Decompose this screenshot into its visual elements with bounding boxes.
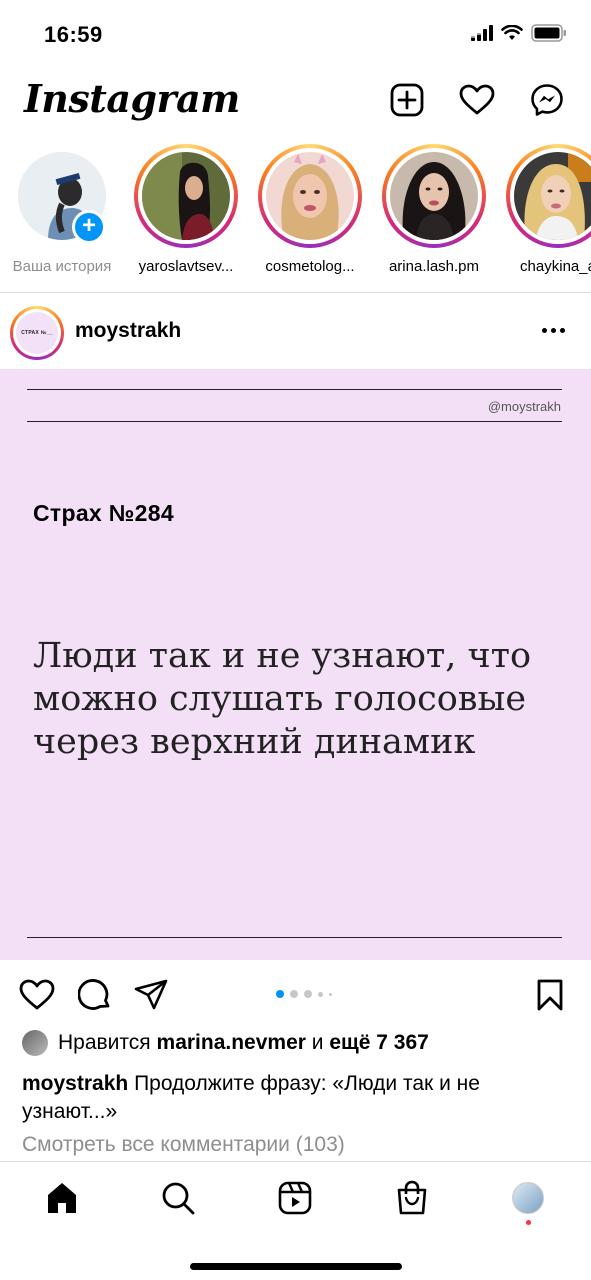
- avatar-text: СТРАХ №__: [16, 312, 58, 354]
- post-author-avatar[interactable]: СТРАХ №__: [10, 306, 64, 360]
- story-label: yaroslavtsev...: [138, 258, 234, 275]
- story-label: Ваша история: [12, 258, 112, 275]
- post-actions: [0, 962, 591, 1028]
- post-header: СТРАХ №__ moystrakh: [0, 298, 591, 368]
- story-item[interactable]: cosmetolog...: [248, 144, 372, 275]
- liker-username[interactable]: marina.nevmer: [157, 1031, 306, 1055]
- add-story-button[interactable]: +: [72, 210, 106, 244]
- heart-icon[interactable]: [459, 82, 495, 118]
- messenger-icon[interactable]: [529, 82, 565, 118]
- post-image[interactable]: @moystrakh Страх №284 Люди так и не узна…: [0, 369, 591, 960]
- bookmark-icon[interactable]: [531, 976, 569, 1014]
- stories-tray: + Ваша история yaroslavtsev... cosmetolo…: [0, 140, 591, 290]
- story-label: arina.lash.pm: [388, 258, 480, 275]
- carousel-dot: [304, 990, 312, 998]
- avatar: [512, 1182, 544, 1214]
- caption-username[interactable]: moystrakh: [22, 1072, 128, 1095]
- instagram-logo[interactable]: Instagram: [24, 76, 240, 121]
- post-quote: Люди так и не узнают, что можно слушать …: [33, 636, 532, 762]
- post-top-rule: [27, 389, 562, 390]
- post-bottom-rule: [27, 937, 562, 938]
- reels-icon[interactable]: [275, 1178, 315, 1218]
- story-item[interactable]: chaykina_a: [496, 144, 591, 275]
- view-comments-link[interactable]: Смотреть все комментарии (103): [22, 1133, 345, 1157]
- app-header: Instagram: [0, 70, 591, 134]
- shop-icon[interactable]: [392, 1178, 432, 1218]
- home-indicator: [190, 1263, 402, 1270]
- status-bar: 16:59: [0, 0, 591, 70]
- story-label: chaykina_a: [520, 258, 591, 275]
- status-icons: [471, 24, 567, 47]
- battery-icon: [531, 24, 567, 47]
- likes-prefix: Нравится: [58, 1031, 151, 1054]
- status-time: 16:59: [44, 22, 103, 47]
- search-icon[interactable]: [158, 1178, 198, 1218]
- notification-dot: [526, 1220, 531, 1225]
- story-avatar: [514, 152, 591, 240]
- wifi-icon: [501, 24, 523, 46]
- post-second-rule: [27, 421, 562, 422]
- story-item[interactable]: yaroslavtsev...: [124, 144, 248, 275]
- likes-connector: и: [311, 1031, 324, 1054]
- carousel-indicator: [276, 990, 332, 998]
- home-icon[interactable]: [42, 1178, 82, 1218]
- signal-icon: [471, 25, 493, 46]
- story-avatar: [266, 152, 354, 240]
- more-options-icon[interactable]: [533, 318, 573, 342]
- comment-icon[interactable]: [76, 976, 114, 1014]
- carousel-dot: [329, 992, 332, 996]
- carousel-dot: [318, 991, 323, 997]
- new-post-icon[interactable]: [389, 82, 425, 118]
- post-fear-title: Страх №284: [33, 500, 174, 526]
- likes-row[interactable]: Нравится marina.nevmer и ещё 7 367: [22, 1030, 429, 1056]
- share-icon[interactable]: [132, 976, 170, 1014]
- story-avatar: [142, 152, 230, 240]
- stories-divider: [0, 292, 591, 293]
- carousel-dot: [290, 990, 298, 998]
- story-item[interactable]: arina.lash.pm: [372, 144, 496, 275]
- liker-avatar: [22, 1030, 48, 1056]
- story-label: cosmetolog...: [265, 258, 355, 275]
- likes-count[interactable]: ещё 7 367: [329, 1031, 428, 1055]
- profile-avatar[interactable]: [508, 1178, 548, 1218]
- story-own[interactable]: + Ваша история: [0, 144, 124, 275]
- header-actions: [389, 82, 565, 118]
- story-avatar: [390, 152, 478, 240]
- post-username[interactable]: moystrakh: [75, 319, 181, 343]
- post-caption: moystrakh Продолжите фразу: «Люди так и …: [22, 1070, 570, 1126]
- carousel-dot: [276, 990, 284, 998]
- bottom-nav: [0, 1161, 591, 1280]
- post-handle: @moystrakh: [487, 399, 561, 414]
- like-icon[interactable]: [18, 976, 56, 1014]
